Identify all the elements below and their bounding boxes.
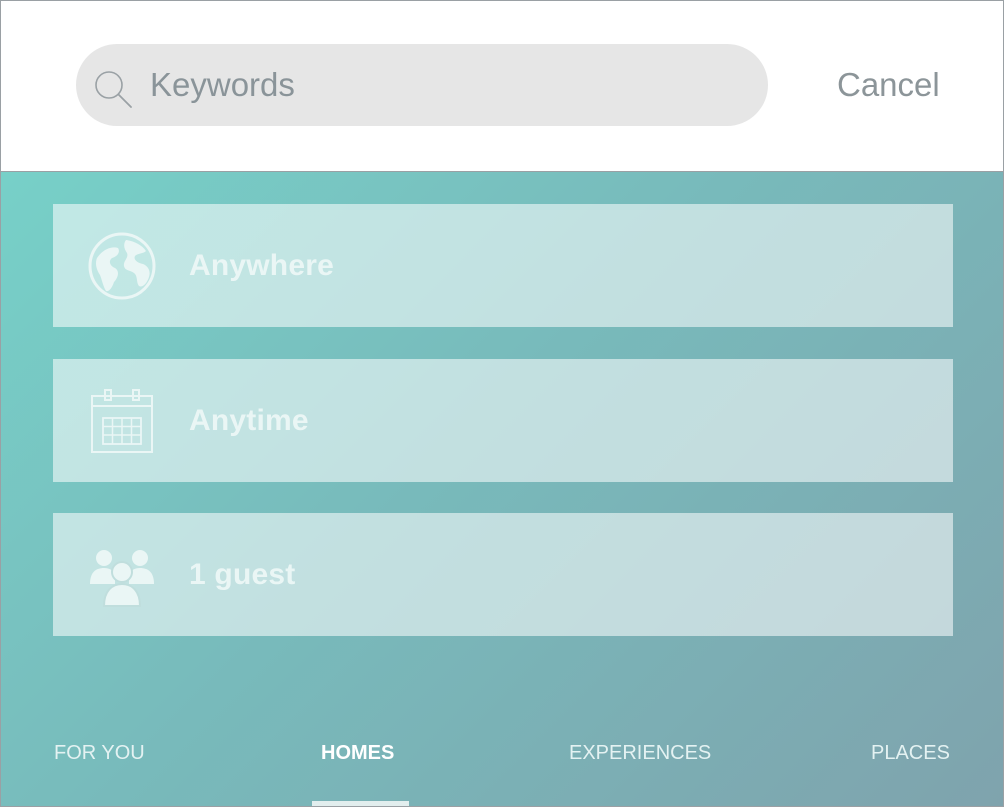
guests-filter-card[interactable]: 1 guest — [53, 513, 953, 636]
tab-places[interactable]: PLACES — [871, 742, 950, 765]
filter-panel: Anywhere Anytime 1 guest FOR YOU HOMES E… — [1, 172, 1003, 806]
people-icon — [87, 540, 157, 610]
category-tabs: FOR YOU HOMES EXPERIENCES PLACES — [1, 742, 1003, 806]
date-filter-card[interactable]: Anytime — [53, 359, 953, 482]
location-label: Anywhere — [189, 249, 334, 282]
location-filter-card[interactable]: Anywhere — [53, 204, 953, 327]
search-bar[interactable] — [76, 44, 768, 126]
calendar-icon — [87, 386, 157, 456]
cancel-button[interactable]: Cancel — [837, 66, 940, 104]
search-input[interactable] — [150, 44, 740, 126]
search-header: Cancel — [1, 1, 1003, 172]
date-label: Anytime — [189, 404, 309, 437]
tab-for-you[interactable]: FOR YOU — [54, 742, 145, 765]
guests-label: 1 guest — [189, 558, 296, 591]
globe-icon — [87, 231, 157, 301]
tab-experiences[interactable]: EXPERIENCES — [569, 742, 711, 765]
active-tab-indicator — [312, 801, 409, 806]
search-icon — [92, 68, 134, 110]
tab-homes[interactable]: HOMES — [321, 742, 394, 765]
search-screen: Cancel Anywhere — [0, 0, 1004, 807]
